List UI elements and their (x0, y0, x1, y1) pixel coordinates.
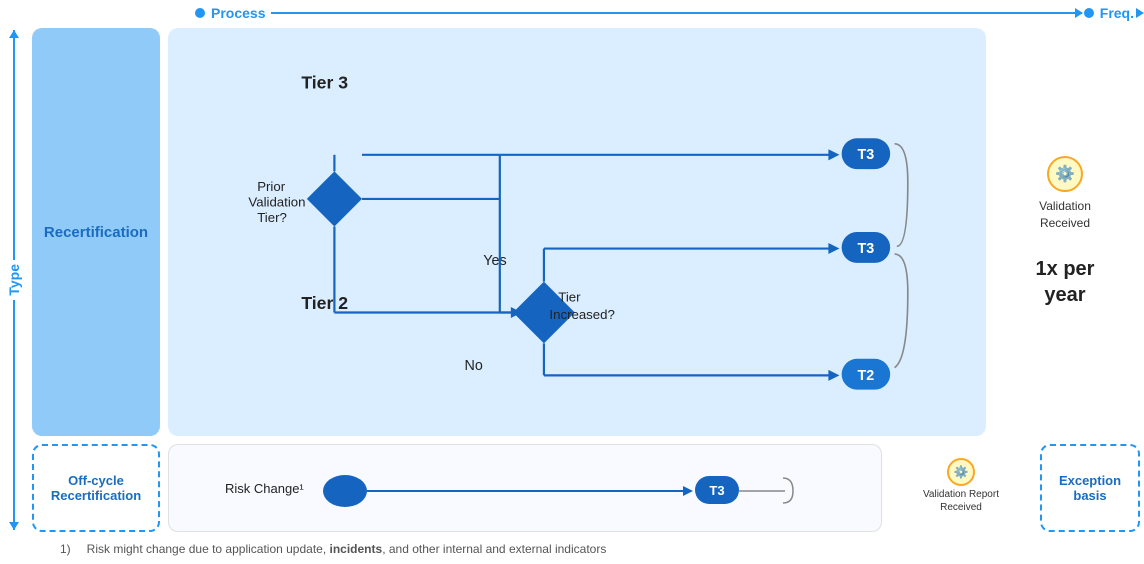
freq-label: Freq. (1100, 5, 1134, 21)
svg-text:Tier 3: Tier 3 (301, 73, 348, 93)
svg-text:T3: T3 (858, 147, 875, 163)
svg-text:No: No (465, 358, 483, 374)
svg-text:Tier 2: Tier 2 (301, 293, 348, 313)
type-axis: Type (0, 26, 28, 534)
footnote-text: Risk might change due to application upd… (87, 542, 607, 556)
svg-text:Yes: Yes (483, 253, 506, 269)
svg-text:Tier: Tier (558, 289, 581, 304)
footnote: 1) Risk might change due to application … (0, 534, 1144, 564)
svg-text:Increased?: Increased? (549, 307, 614, 322)
svg-text:Tier?: Tier? (257, 210, 287, 225)
right-panel-top: ⚙️ ValidationReceived 1x peryear (990, 28, 1140, 436)
risk-change-flow: Risk Change¹ T3 (168, 444, 882, 532)
off-cycle-box: Off-cycle Recertification (32, 444, 160, 532)
main-container: Process Freq. Type (0, 0, 1144, 564)
svg-text:T3: T3 (858, 241, 875, 257)
exception-basis-box: Exception basis (1040, 444, 1140, 532)
validation-icon: ⚙️ (1047, 156, 1083, 192)
svg-text:Prior: Prior (257, 179, 286, 194)
right-panel-bottom: ⚙️ Validation ReportReceived (886, 444, 1036, 532)
footnote-number: 1) (60, 542, 71, 556)
per-year-text: 1x peryear (1036, 256, 1095, 308)
svg-text:T3: T3 (709, 483, 724, 498)
svg-text:Validation: Validation (248, 195, 305, 210)
svg-text:T2: T2 (858, 368, 875, 384)
validation-report-label: Validation ReportReceived (923, 488, 999, 514)
validation-received-label: ValidationReceived (1039, 198, 1091, 232)
process-axis: Process Freq. (195, 5, 1144, 21)
svg-text:Risk Change¹: Risk Change¹ (225, 481, 304, 496)
recertification-box: Recertification (32, 28, 160, 436)
process-label: Process (211, 5, 265, 21)
flow-area: Tier 3 Prior Validation Tier? Tier 2 (168, 28, 986, 436)
type-label: Type (6, 264, 22, 296)
validation-report-icon: ⚙️ (947, 458, 975, 486)
